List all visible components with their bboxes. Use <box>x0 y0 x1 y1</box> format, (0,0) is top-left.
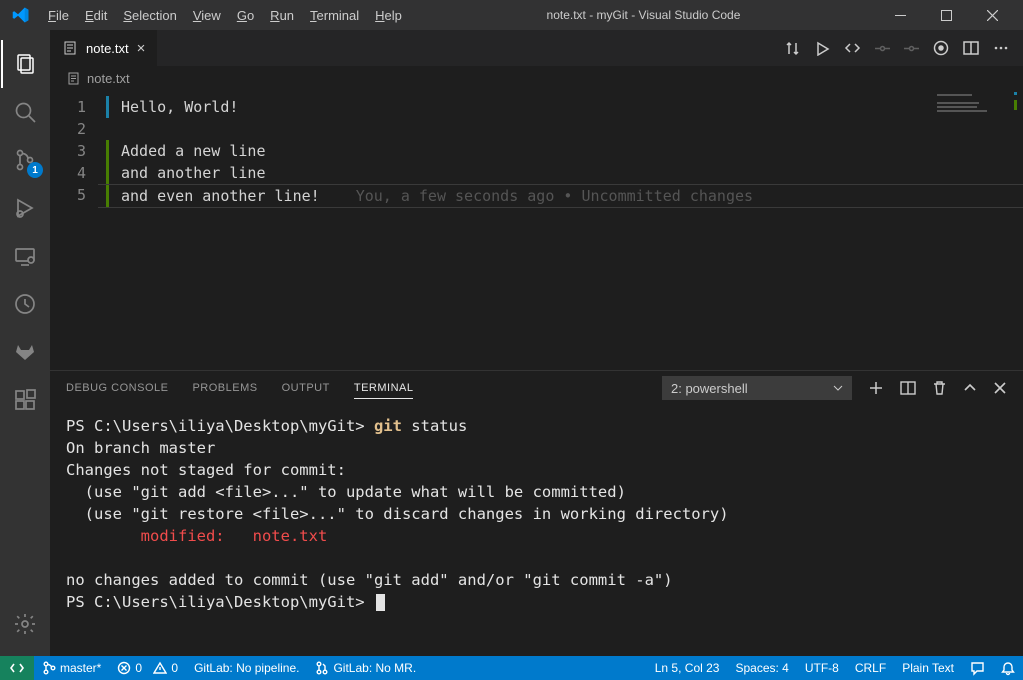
encoding[interactable]: UTF-8 <box>797 656 847 680</box>
gitlab-pipeline[interactable]: GitLab: No pipeline. <box>186 656 307 680</box>
file-icon <box>62 40 78 56</box>
title-bar: FileEditSelectionViewGoRunTerminalHelp n… <box>0 0 1023 30</box>
code-line-3: Added a new line <box>121 140 266 162</box>
split-terminal-icon[interactable] <box>900 380 916 396</box>
gitlab-mr[interactable]: GitLab: No MR. <box>307 656 424 680</box>
run-icon[interactable] <box>815 40 830 57</box>
terminal-output[interactable]: PS C:\Users\iliya\Desktop\myGit> git sta… <box>50 405 1023 656</box>
maximize-panel-icon[interactable] <box>963 381 977 395</box>
explorer-activity[interactable] <box>1 40 49 88</box>
panel: DEBUG CONSOLE PROBLEMS OUTPUT TERMINAL 2: p… <box>50 370 1023 656</box>
panel-tab-output[interactable]: OUTPUT <box>282 378 330 399</box>
menu-view[interactable]: View <box>185 4 229 27</box>
code-line-4: and another line <box>121 162 266 184</box>
cursor-position[interactable]: Ln 5, Col 23 <box>647 656 728 680</box>
panel-tab-debug-console[interactable]: DEBUG CONSOLE <box>66 378 168 399</box>
indentation[interactable]: Spaces: 4 <box>727 656 796 680</box>
annotations-icon[interactable] <box>933 40 949 57</box>
close-panel-icon[interactable] <box>993 381 1007 395</box>
extensions-activity[interactable] <box>1 376 49 424</box>
breadcrumb-file: note.txt <box>87 71 130 86</box>
editor-actions <box>784 40 1023 57</box>
maximize-button[interactable] <box>923 0 969 30</box>
notifications-icon[interactable] <box>993 656 1023 680</box>
feedback-icon[interactable] <box>962 656 993 680</box>
menu-terminal[interactable]: Terminal <box>302 4 367 27</box>
testing-activity[interactable] <box>1 280 49 328</box>
scm-badge: 1 <box>27 162 43 178</box>
window-title: note.txt - myGit - Visual Studio Code <box>410 8 877 22</box>
remote-indicator[interactable] <box>0 656 34 680</box>
tab-label: note.txt <box>86 41 129 56</box>
gitlab-activity[interactable] <box>1 328 49 376</box>
vscode-logo-icon <box>12 6 30 24</box>
minimap[interactable] <box>933 90 1023 370</box>
chevron-down-icon <box>833 383 843 393</box>
go-changes-icon[interactable] <box>844 40 861 57</box>
branch-indicator[interactable]: master* <box>34 656 109 680</box>
remote-explorer-activity[interactable] <box>1 232 49 280</box>
editor-content[interactable]: Hello, World! Added a new line and anoth… <box>98 90 1023 370</box>
prev-change-icon[interactable] <box>875 40 890 57</box>
run-debug-activity[interactable] <box>1 184 49 232</box>
split-editor-icon[interactable] <box>963 40 979 57</box>
minimize-button[interactable] <box>877 0 923 30</box>
menu-edit[interactable]: Edit <box>77 4 115 27</box>
next-change-icon[interactable] <box>904 40 919 57</box>
menu-help[interactable]: Help <box>367 4 410 27</box>
code-line-5: and even another line! <box>121 185 320 207</box>
menu-selection[interactable]: Selection <box>115 4 184 27</box>
panel-tab-problems[interactable]: PROBLEMS <box>192 378 257 399</box>
compare-changes-icon[interactable] <box>784 40 801 57</box>
activity-bar: 1 <box>0 30 50 656</box>
editor-tabs: note.txt × <box>50 30 1023 66</box>
settings-activity[interactable] <box>1 600 49 648</box>
line-numbers: 12345 <box>50 90 98 370</box>
problems-indicator[interactable]: 0 0 <box>109 656 186 680</box>
new-terminal-icon[interactable] <box>868 380 884 396</box>
terminal-selector[interactable]: 2: powershell <box>662 376 852 400</box>
breadcrumb[interactable]: note.txt <box>50 66 1023 90</box>
panel-tab-terminal[interactable]: TERMINAL <box>354 378 414 399</box>
tab-close-icon[interactable]: × <box>137 40 146 57</box>
menu-go[interactable]: Go <box>229 4 262 27</box>
menu-run[interactable]: Run <box>262 4 302 27</box>
search-activity[interactable] <box>1 88 49 136</box>
kill-terminal-icon[interactable] <box>932 380 947 396</box>
eol[interactable]: CRLF <box>847 656 894 680</box>
terminal-cursor <box>376 594 385 611</box>
menu-file[interactable]: File <box>40 4 77 27</box>
source-control-activity[interactable]: 1 <box>1 136 49 184</box>
gitlens-annotation: You, a few seconds ago • Uncommitted cha… <box>356 185 753 207</box>
language-mode[interactable]: Plain Text <box>894 656 962 680</box>
file-icon <box>66 71 81 86</box>
more-actions-icon[interactable] <box>993 40 1009 57</box>
code-line-1: Hello, World! <box>121 96 238 118</box>
tab-note-txt[interactable]: note.txt × <box>50 30 157 66</box>
status-bar: master* 0 0 GitLab: No pipeline. GitLab:… <box>0 656 1023 680</box>
close-button[interactable] <box>969 0 1015 30</box>
